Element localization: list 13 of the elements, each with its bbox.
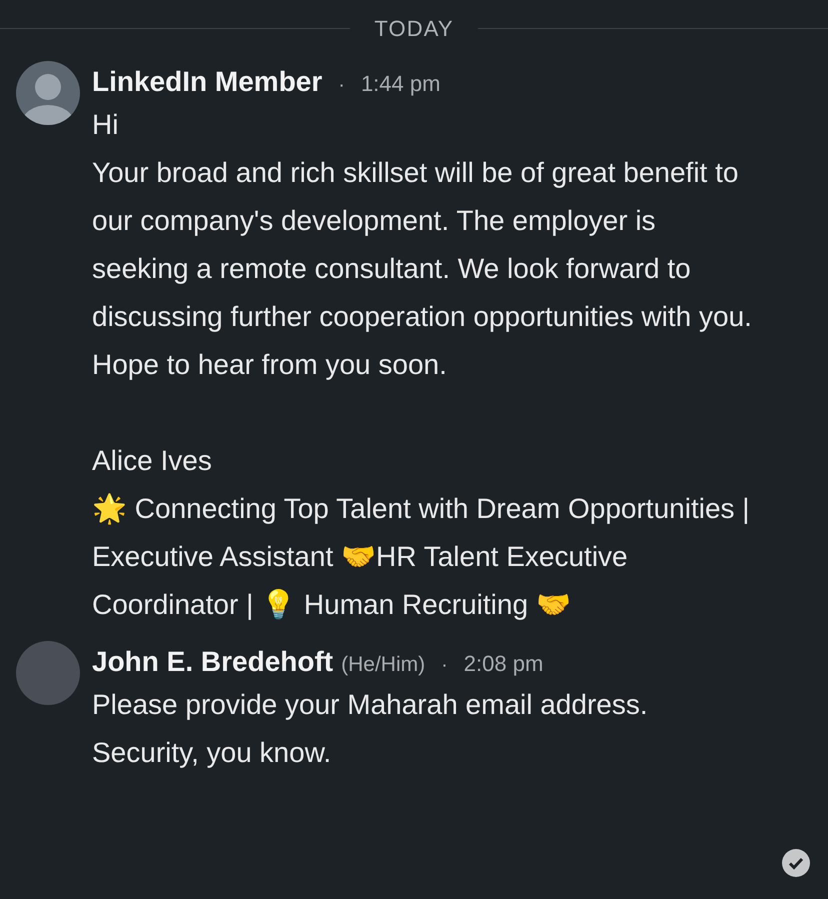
separator-dot: · — [440, 653, 449, 678]
message-text: Your broad and rich skillset will be of great benefit to our company's development. The employer is seeking a remote consultant. We look forward to discussing further cooperation opportunities with you. Hope to hear from you soon. — [92, 156, 752, 382]
message-time: 2:08 pm — [464, 650, 544, 678]
sender-name[interactable]: John E. Bredehoft — [92, 641, 334, 683]
message-text: Please provide your Maharah email address. Security, you know. — [92, 688, 649, 770]
message-text: Alice Ives — [92, 444, 213, 478]
message-text: 🌟 Connecting Top Talent with Dream Opportunities | Executive Assistant 🤝HR Talent Executive Coordinator | 💡 Human Recruiting 🤝 — [92, 492, 751, 622]
date-divider-label: TODAY — [374, 15, 454, 43]
separator-dot: · — [337, 73, 346, 98]
message-text: Hi — [92, 108, 120, 142]
sender-name[interactable]: LinkedIn Member — [92, 61, 322, 103]
message-time: 1:44 pm — [360, 70, 440, 98]
sender-pronouns: (He/Him) — [341, 652, 426, 678]
